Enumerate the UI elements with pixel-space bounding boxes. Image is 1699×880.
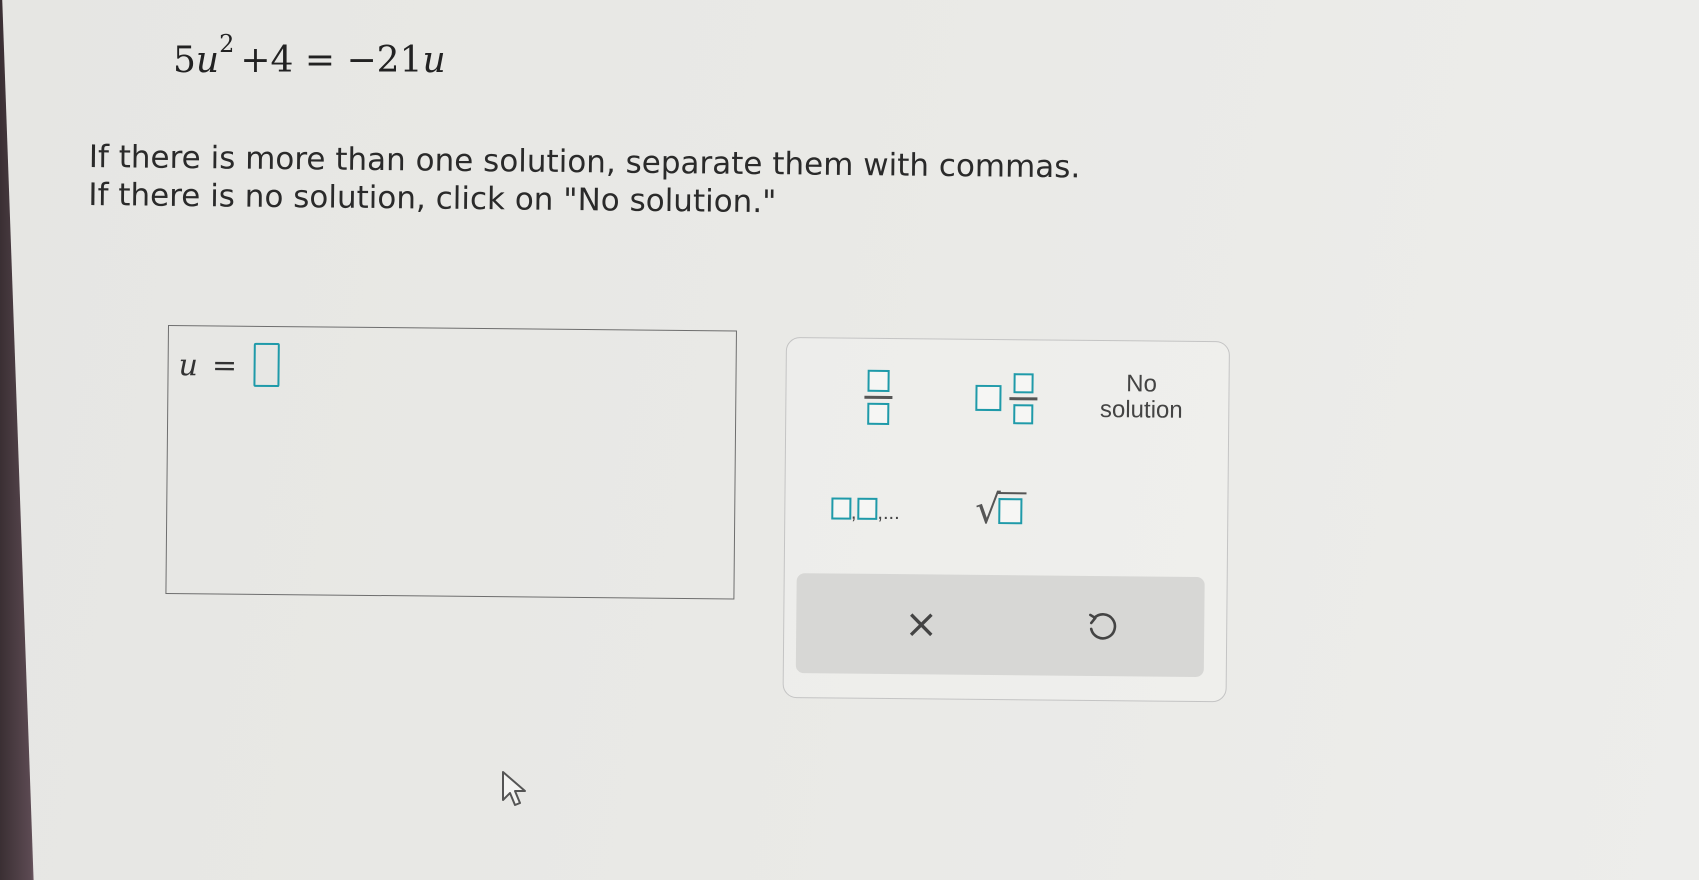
- clear-icon: ×: [904, 601, 939, 648]
- equation-coef: 5: [173, 40, 196, 81]
- equation-rhs-var: u: [422, 40, 446, 81]
- undo-button[interactable]: [1066, 596, 1137, 657]
- equation: 5u2 +4 = −21u: [173, 30, 446, 81]
- screen-bezel: [0, 0, 34, 880]
- fraction-template-icon: [864, 369, 893, 425]
- equation-exponent: 2: [219, 30, 235, 58]
- mixed-number-button[interactable]: [961, 362, 1052, 435]
- answer-equals: =: [211, 348, 238, 384]
- no-solution-label-2: solution: [1099, 396, 1183, 424]
- list-button[interactable]: ,,...: [815, 488, 915, 529]
- undo-icon: [1089, 613, 1117, 640]
- mixed-number-template-icon: [975, 372, 1038, 424]
- fraction-button[interactable]: [848, 361, 909, 434]
- math-keypad: No solution ,,... √ ×: [782, 337, 1230, 703]
- mouse-pointer-icon: [502, 771, 526, 806]
- clear-button[interactable]: ×: [886, 594, 957, 655]
- square-root-button[interactable]: √: [963, 487, 1038, 533]
- no-solution-button[interactable]: No solution: [1086, 367, 1197, 428]
- square-root-template-icon: √: [975, 487, 1027, 533]
- keypad-action-bar: ×: [795, 573, 1205, 678]
- answer-input[interactable]: [253, 342, 280, 388]
- list-template-icon: ,,...: [830, 497, 900, 524]
- answer-variable: u: [178, 348, 199, 384]
- no-solution-label-1: No: [1126, 370, 1158, 398]
- equation-rest: +4 = −21: [240, 40, 423, 81]
- answer-box[interactable]: u =: [165, 325, 737, 600]
- answer-label: u =: [178, 348, 237, 384]
- instructions: If there is more than one solution, sepa…: [88, 138, 1080, 224]
- equation-var: u: [195, 40, 220, 81]
